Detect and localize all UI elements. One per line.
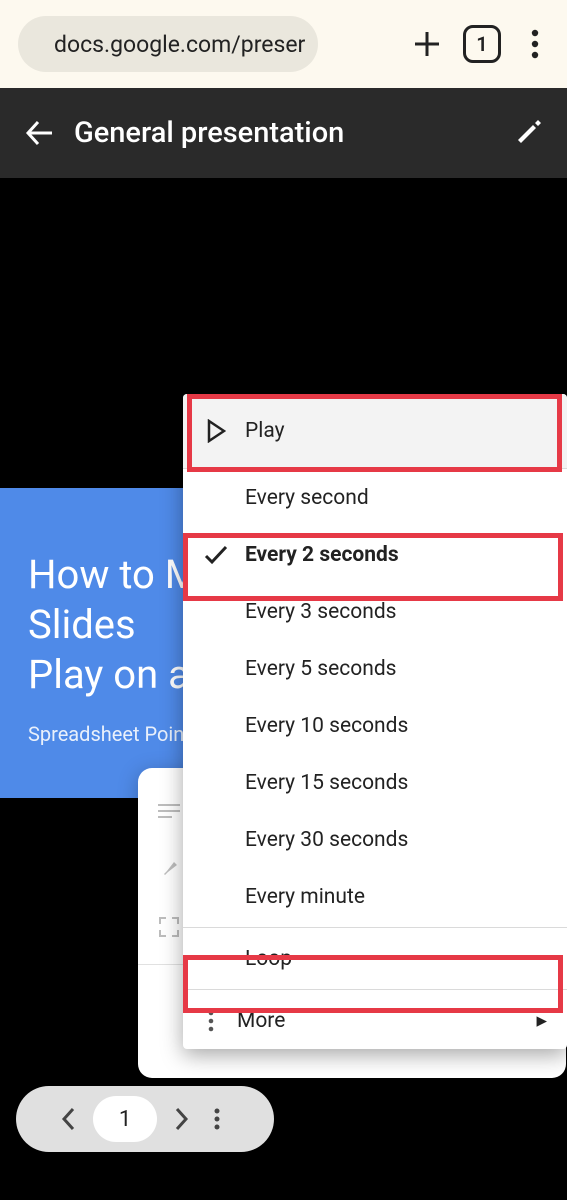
slide-number-label: 1 — [119, 1107, 131, 1132]
caret-right-icon: ▸ — [536, 1008, 547, 1033]
arrow-left-icon — [24, 118, 54, 148]
play-icon — [203, 419, 229, 443]
option-label: Every 30 seconds — [245, 828, 408, 852]
speaker-notes-icon — [156, 802, 182, 820]
chevron-right-icon — [173, 1107, 189, 1131]
popover-divider — [183, 927, 567, 928]
fullscreen-icon — [156, 917, 182, 937]
popover-divider — [183, 989, 567, 990]
edit-button[interactable] — [515, 119, 543, 147]
tab-count-button[interactable]: 1 — [463, 25, 501, 63]
url-bar[interactable]: docs.google.com/preser — [18, 16, 318, 72]
browser-chrome-bar: docs.google.com/preser 1 — [0, 0, 567, 88]
autoplay-option-1s[interactable]: Every second — [183, 469, 567, 526]
option-label: Every 2 seconds — [245, 543, 399, 567]
play-button[interactable]: Play — [183, 394, 567, 469]
pencil-icon — [515, 119, 543, 147]
option-label: Every second — [245, 486, 369, 510]
kebab-icon — [214, 1107, 220, 1131]
slide-nav: 1 — [16, 1086, 274, 1152]
autoplay-popover: Play Every second Every 2 seconds Every … — [183, 394, 567, 1049]
check-icon — [203, 545, 229, 565]
option-label: Every 3 seconds — [245, 600, 397, 624]
kebab-icon — [201, 1010, 221, 1032]
option-label: Every 10 seconds — [245, 714, 408, 738]
loop-label: Loop — [245, 947, 292, 971]
tab-count-label: 1 — [476, 32, 487, 56]
loop-toggle[interactable]: Loop — [183, 930, 567, 987]
prev-slide-button[interactable] — [61, 1107, 77, 1131]
presentation-stage: How to Make Google Slides Play on a Loop… — [0, 178, 567, 1200]
play-label: Play — [245, 419, 285, 443]
more-button[interactable]: More ▸ — [183, 992, 567, 1049]
url-text: docs.google.com/preser — [54, 31, 305, 58]
option-label: Every 15 seconds — [245, 771, 408, 795]
new-tab-button[interactable] — [411, 28, 443, 60]
autoplay-option-5s[interactable]: Every 5 seconds — [183, 640, 567, 697]
autoplay-option-1m[interactable]: Every minute — [183, 868, 567, 925]
chevron-left-icon — [61, 1107, 77, 1131]
autoplay-option-3s[interactable]: Every 3 seconds — [183, 583, 567, 640]
option-label: Every 5 seconds — [245, 657, 397, 681]
autoplay-option-30s[interactable]: Every 30 seconds — [183, 811, 567, 868]
option-label: Every minute — [245, 885, 365, 909]
more-label: More — [237, 1009, 520, 1033]
laser-icon — [156, 859, 182, 879]
autoplay-option-15s[interactable]: Every 15 seconds — [183, 754, 567, 811]
app-header: General presentation — [0, 88, 567, 178]
autoplay-option-10s[interactable]: Every 10 seconds — [183, 697, 567, 754]
kebab-icon — [531, 29, 539, 59]
slide-nav-menu-button[interactable] — [205, 1107, 229, 1131]
plus-icon — [411, 28, 443, 60]
slide-number[interactable]: 1 — [93, 1096, 157, 1142]
next-slide-button[interactable] — [173, 1107, 189, 1131]
browser-menu-button[interactable] — [521, 29, 549, 59]
back-button[interactable] — [24, 118, 54, 148]
autoplay-option-2s[interactable]: Every 2 seconds — [183, 526, 567, 583]
presentation-title: General presentation — [74, 116, 495, 150]
